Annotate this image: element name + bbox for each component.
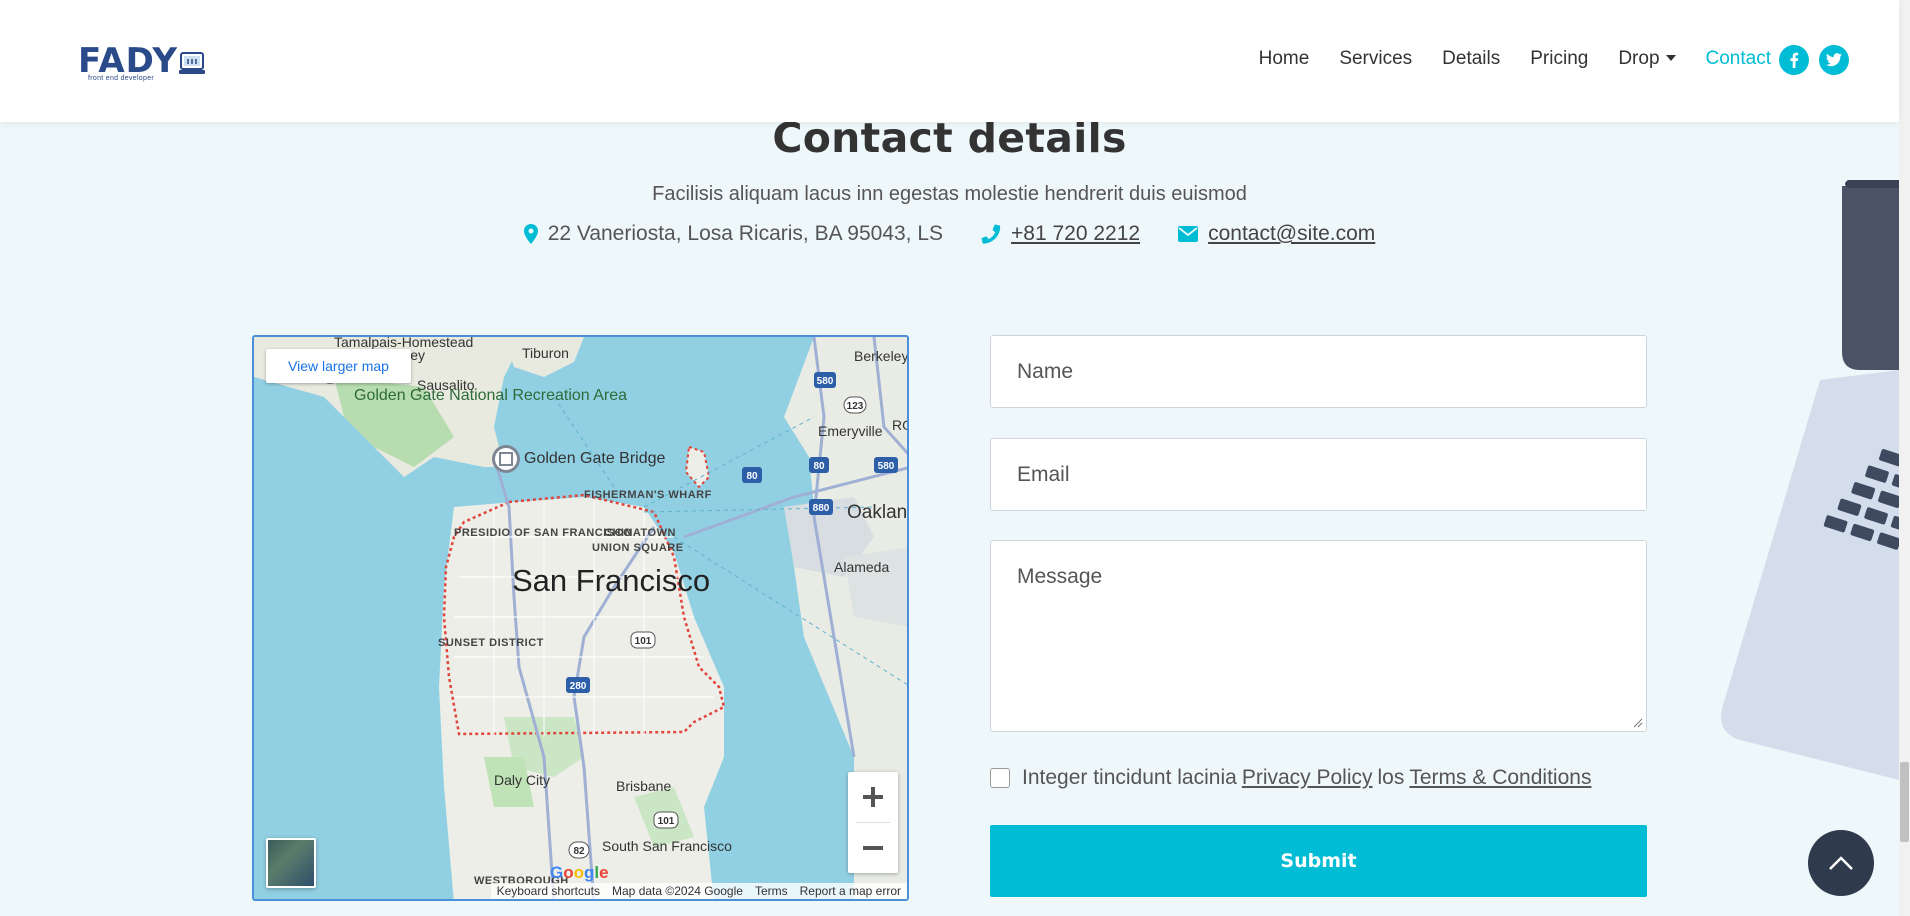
chevron-up-icon — [1829, 856, 1853, 870]
twitter-icon — [1826, 53, 1842, 67]
map-embed[interactable]: 580 123 80 580 80 880 101 280 101 82 Tam… — [252, 335, 909, 901]
map-label-berkeley: Berkeley — [854, 348, 909, 364]
map-footer: Keyboard shortcuts Map data ©2024 Google… — [490, 883, 907, 899]
nav-pricing[interactable]: Pricing — [1530, 46, 1588, 72]
svg-text:280: 280 — [570, 681, 587, 692]
view-larger-map-link[interactable]: View larger map — [266, 349, 411, 383]
resize-handle-icon[interactable] — [1633, 718, 1643, 728]
caret-down-icon — [1665, 55, 1676, 61]
svg-text:580: 580 — [817, 376, 834, 387]
nav-drop-label: Drop — [1618, 48, 1660, 69]
map-marker-icon — [523, 224, 538, 244]
svg-text:580: 580 — [878, 461, 895, 472]
email-field[interactable] — [990, 438, 1647, 511]
map-label-ro: RO — [892, 417, 907, 433]
map-label-emeryville: Emeryville — [818, 423, 883, 439]
laptop-icon — [179, 52, 205, 74]
contact-details: 22 Vaneriosta, Losa Ricaris, BA 95043, L… — [0, 220, 1899, 248]
svg-text:80: 80 — [813, 461, 825, 472]
twitter-button[interactable] — [1819, 45, 1849, 75]
map-label-tiburon: Tiburon — [522, 345, 569, 361]
submit-button[interactable]: Submit — [990, 825, 1647, 897]
zoom-out-button[interactable] — [848, 823, 898, 873]
privacy-policy-link[interactable]: Privacy Policy — [1242, 766, 1373, 790]
navbar: FADY front end developer Home Services D… — [0, 0, 1899, 122]
address-item: 22 Vaneriosta, Losa Ricaris, BA 95043, L… — [523, 222, 944, 246]
keyboard-shortcuts-link[interactable]: Keyboard shortcuts — [491, 884, 606, 898]
address-text: 22 Vaneriosta, Losa Ricaris, BA 95043, L… — [547, 222, 944, 245]
message-field[interactable] — [990, 540, 1647, 732]
nav-menu: Home Services Details Pricing Drop Conta… — [1229, 46, 1771, 72]
map-zoom-controls — [848, 772, 898, 873]
map-label-alameda: Alameda — [834, 559, 890, 575]
map-canvas[interactable]: 580 123 80 580 80 880 101 280 101 82 — [254, 337, 909, 901]
svg-text:101: 101 — [635, 636, 652, 647]
map-label-daly-city: Daly City — [494, 772, 551, 788]
facebook-icon — [1790, 52, 1799, 68]
phone-item: +81 720 2212 — [981, 222, 1140, 246]
map-label-san-francisco: San Francisco — [512, 563, 711, 598]
page-subtitle: Facilisis aliquam lacus inn egestas mole… — [652, 183, 1247, 205]
laptop-illustration — [1721, 180, 1899, 780]
report-map-error-link[interactable]: Report a map error — [794, 884, 907, 898]
back-to-top-button[interactable] — [1808, 830, 1874, 896]
terms-row: Integer tincidunt lacinia Privacy Policy… — [990, 764, 1591, 792]
terms-conditions-link[interactable]: Terms & Conditions — [1409, 766, 1591, 790]
map-label-south-san-francisco: South San Francisco — [602, 838, 732, 854]
scrollbar-thumb[interactable] — [1900, 762, 1909, 842]
logo[interactable]: FADY front end developer — [78, 42, 208, 88]
nav-details[interactable]: Details — [1442, 46, 1500, 72]
phone-icon — [981, 224, 1001, 244]
map-label-sunset-district: SUNSET DISTRICT — [438, 637, 544, 649]
plus-icon — [863, 787, 883, 807]
svg-text:880: 880 — [813, 503, 830, 514]
logo-tagline: front end developer — [88, 75, 155, 82]
svg-text:80: 80 — [746, 471, 758, 482]
name-field[interactable] — [990, 335, 1647, 408]
terms-text: Integer tincidunt lacinia — [1022, 766, 1237, 789]
email-item: contact@site.com — [1178, 222, 1375, 246]
map-label-ggnra: Golden Gate National Recreation Area — [354, 387, 627, 404]
email-link[interactable]: contact@site.com — [1208, 222, 1375, 246]
svg-text:101: 101 — [658, 816, 675, 827]
map-label-fishermans-wharf: FISHERMAN'S WHARF — [584, 489, 712, 501]
minus-icon — [863, 846, 883, 850]
zoom-in-button[interactable] — [848, 772, 898, 822]
map-label-oakland: Oaklan — [847, 502, 908, 523]
map-label-chinatown: CHINATOWN — [604, 527, 676, 539]
map-label-union-square: UNION SQUARE — [592, 542, 684, 554]
phone-link[interactable]: +81 720 2212 — [1011, 222, 1140, 246]
terms-checkbox[interactable] — [990, 768, 1010, 788]
map-label-golden-gate-bridge: Golden Gate Bridge — [524, 450, 666, 467]
terms-join-text: los — [1377, 766, 1405, 789]
envelope-icon — [1178, 226, 1199, 242]
map-data-text: Map data ©2024 Google — [612, 884, 743, 898]
google-logo: Google — [550, 863, 609, 882]
facebook-button[interactable] — [1779, 45, 1809, 75]
nav-home[interactable]: Home — [1259, 46, 1310, 72]
map-label-brisbane: Brisbane — [616, 778, 672, 794]
svg-text:82: 82 — [573, 846, 585, 857]
nav-drop-dropdown[interactable]: Drop — [1618, 46, 1676, 72]
satellite-layer-toggle[interactable] — [266, 838, 316, 888]
svg-text:123: 123 — [847, 401, 864, 412]
nav-services[interactable]: Services — [1339, 46, 1412, 72]
nav-contact[interactable]: Contact — [1706, 46, 1771, 72]
map-terms-link[interactable]: Terms — [749, 884, 794, 898]
map-label-presidio: PRESIDIO OF SAN FRANCISCO — [454, 527, 633, 539]
